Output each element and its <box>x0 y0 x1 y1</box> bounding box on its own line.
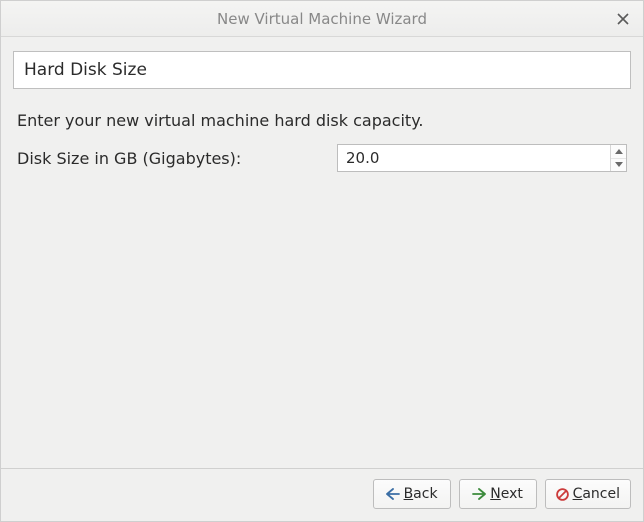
chevron-up-icon <box>615 149 623 154</box>
arrow-left-icon <box>386 488 400 500</box>
close-button[interactable] <box>611 7 635 31</box>
disk-size-label: Disk Size in GB (Gigabytes): <box>17 149 251 168</box>
intro-text: Enter your new virtual machine hard disk… <box>17 111 627 130</box>
disk-size-input[interactable] <box>337 144 627 172</box>
disk-size-row: Disk Size in GB (Gigabytes): <box>17 144 627 172</box>
step-banner: Hard Disk Size <box>13 51 631 89</box>
next-button-label: Next <box>490 486 523 502</box>
cancel-icon <box>556 488 569 501</box>
content-area: Hard Disk Size Enter your new virtual ma… <box>1 37 643 468</box>
cancel-button-label: Cancel <box>573 486 620 502</box>
footer-buttons: Back Next Cancel <box>1 468 643 521</box>
cancel-button[interactable]: Cancel <box>545 479 631 509</box>
spinner-down-button[interactable] <box>611 159 626 172</box>
window-title: New Virtual Machine Wizard <box>1 10 643 28</box>
titlebar: New Virtual Machine Wizard <box>1 1 643 37</box>
next-button[interactable]: Next <box>459 479 537 509</box>
arrow-right-icon <box>472 488 486 500</box>
spinner-up-button[interactable] <box>611 145 626 159</box>
spinner-buttons <box>610 145 626 171</box>
back-button-label: Back <box>404 486 438 502</box>
wizard-window: New Virtual Machine Wizard Hard Disk Siz… <box>0 0 644 522</box>
chevron-down-icon <box>615 162 623 167</box>
disk-size-field <box>337 144 627 172</box>
content-spacer <box>13 172 631 458</box>
close-icon <box>617 10 629 29</box>
back-button[interactable]: Back <box>373 479 451 509</box>
step-title: Hard Disk Size <box>24 60 147 80</box>
